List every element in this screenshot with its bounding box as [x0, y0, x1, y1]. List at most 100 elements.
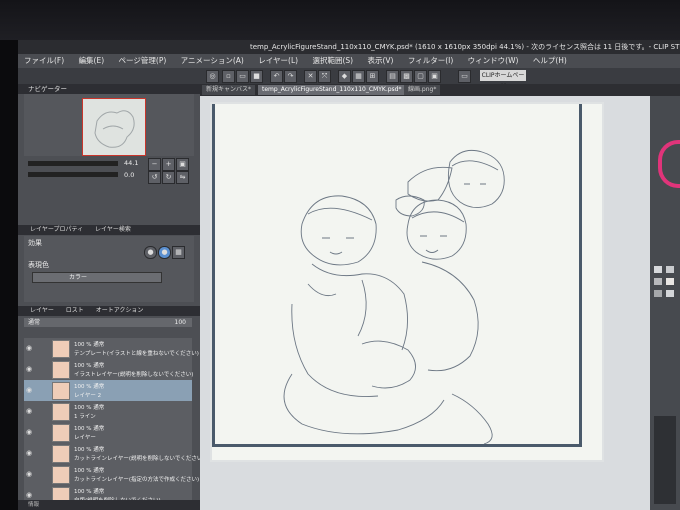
expression-color-select[interactable]: カラー [32, 272, 162, 283]
menu-window[interactable]: ウィンドウ(W) [462, 54, 525, 68]
snap-icon[interactable]: ⊞ [366, 70, 379, 83]
tab-lineart[interactable]: 線画.png* [404, 85, 441, 95]
menu-view[interactable]: 表示(V) [361, 54, 399, 68]
color-wheel[interactable] [658, 140, 680, 188]
layer-row[interactable]: ◉ 100 % 通常 カットラインレイヤー(説明を削除しないでください) [24, 443, 204, 465]
eye-icon[interactable]: ◉ [26, 344, 34, 352]
clear-icon[interactable]: ✕ [304, 70, 317, 83]
fill-icon[interactable]: ◆ [338, 70, 351, 83]
grid-icon[interactable]: ▩ [400, 70, 413, 83]
menu-page[interactable]: ページ管理(P) [113, 54, 173, 68]
rotation-slider[interactable] [28, 172, 118, 177]
effect-border-icon[interactable]: ● [144, 246, 157, 259]
layer-opacity: 100 % 通常 [74, 363, 105, 369]
layer-opacity: 100 % 通常 [74, 384, 105, 390]
navigator-thumbnail[interactable] [82, 98, 146, 156]
layer-thumbnail [52, 445, 70, 463]
tab-new-canvas[interactable]: 新規キャンバス* [202, 85, 256, 95]
layer-row[interactable]: ◉ 100 % 通常 テンプレート(イラストと線を重ねないでください) [24, 338, 199, 360]
layer-opacity: 100 % 通常 [74, 342, 105, 348]
eye-icon[interactable]: ◉ [26, 428, 34, 436]
eye-icon[interactable]: ◉ [26, 407, 34, 415]
color-swatch[interactable] [666, 266, 674, 273]
color-swatch[interactable] [654, 266, 662, 273]
layer-color-icon[interactable]: ▣ [428, 70, 441, 83]
menu-layer[interactable]: レイヤー(L) [252, 54, 304, 68]
navigator-title: ナビゲーター [28, 85, 67, 93]
new-file-icon[interactable]: ▫ [222, 70, 235, 83]
effect-texture-icon[interactable]: ▦ [172, 246, 185, 259]
status-text: 情報 [28, 502, 40, 508]
open-file-icon[interactable]: ▭ [236, 70, 249, 83]
layer-name: イラストレイヤー(説明を削除しないでください) [74, 372, 194, 378]
layer-opacity: 100 % 通常 [74, 468, 105, 474]
undo-icon[interactable]: ↶ [270, 70, 283, 83]
blend-mode-select[interactable]: 通常 100 [24, 318, 192, 327]
tab-layers[interactable]: レイヤー [30, 307, 54, 314]
canvas-area[interactable] [200, 96, 650, 510]
canvas-frame-guide [212, 104, 582, 447]
tab-layer-search[interactable]: レイヤー検索 [95, 226, 131, 233]
menu-edit[interactable]: 編集(E) [73, 54, 111, 68]
property-tabs: レイヤープロパティ レイヤー検索 [18, 225, 200, 235]
clip-logo-icon[interactable]: ◎ [206, 70, 219, 83]
layer-thumbnail [52, 424, 70, 442]
tab-lost[interactable]: ロスト [66, 307, 84, 314]
layer-opacity: 100 % 通常 [74, 426, 105, 432]
menu-animation[interactable]: アニメーション(A) [175, 54, 250, 68]
canvas-tabs: 新規キャンバス* temp_AcrylicFigureStand_110x110… [200, 84, 680, 96]
effect-tone-icon[interactable]: ● [158, 246, 171, 259]
rotate-left-icon[interactable]: ↺ [148, 171, 161, 184]
navigator-controls: 44.1 0.0 − + ▣ ↺ ↻ ⇋ [24, 158, 194, 190]
layer-name: カットラインレイヤー(説明を削除しないでください) [74, 456, 205, 462]
color-swatch[interactable] [666, 278, 674, 285]
zoom-slider[interactable] [28, 161, 118, 166]
ruler-icon[interactable]: ▤ [386, 70, 399, 83]
menu-help[interactable]: ヘルプ(H) [527, 54, 573, 68]
left-panel: ナビゲーター 44.1 0.0 − + ▣ ↺ ↻ ⇋ レイヤープロパティ レイ… [18, 84, 204, 510]
layer-row[interactable]: ◉ 100 % 通常 レイヤー [24, 422, 192, 444]
layer-thumbnail [52, 403, 70, 421]
eye-icon[interactable]: ◉ [26, 491, 34, 499]
menu-selection[interactable]: 選択範囲(S) [306, 54, 359, 68]
zoom-out-icon[interactable]: − [148, 158, 161, 171]
monitor-bezel [0, 0, 680, 40]
eye-icon[interactable]: ◉ [26, 470, 34, 478]
selection-icon[interactable]: ▦ [352, 70, 365, 83]
color-swatch[interactable] [654, 278, 662, 285]
layer-row-selected[interactable]: ◉ 100 % 通常 レイヤー 2 [24, 380, 192, 402]
eye-icon[interactable]: ◉ [26, 365, 34, 373]
status-bar: 情報 [18, 500, 200, 510]
color-swatch[interactable] [654, 290, 662, 297]
redo-icon[interactable]: ↷ [284, 70, 297, 83]
layer-name: カットラインレイヤー(指定の方法で作成ください) [74, 477, 200, 483]
tab-layer-property[interactable]: レイヤープロパティ [30, 226, 83, 233]
menu-filter[interactable]: フィルター(I) [402, 54, 459, 68]
zoom-in-icon[interactable]: + [162, 158, 175, 171]
menu-file[interactable]: ファイル(F) [18, 54, 70, 68]
flip-icon[interactable]: ⇋ [176, 171, 189, 184]
monitor-icon[interactable]: ▭ [458, 70, 471, 83]
clip-homepage-button[interactable]: CLIPホームページ [480, 70, 526, 90]
layer-row[interactable]: ◉ 100 % 通常 1 ライン [24, 401, 192, 423]
layer-opacity: 100 % 通常 [74, 447, 105, 453]
transform-icon[interactable]: ⤧ [318, 70, 331, 83]
save-icon[interactable]: ■ [250, 70, 263, 83]
effect-label: 効果 [28, 239, 42, 247]
window-title: temp_AcrylicFigureStand_110x110_CMYK.psd… [250, 43, 680, 51]
lock-icon[interactable]: ▢ [414, 70, 427, 83]
eye-icon[interactable]: ◉ [26, 386, 34, 394]
eye-icon[interactable]: ◉ [26, 449, 34, 457]
color-swatch[interactable] [666, 290, 674, 297]
layer-opacity: 100 % 通常 [74, 489, 105, 495]
fit-icon[interactable]: ▣ [176, 158, 189, 171]
tab-auto-action[interactable]: オートアクション [96, 307, 144, 314]
layer-row[interactable]: ◉ 100 % 通常 カットラインレイヤー(指定の方法で作成ください) [24, 464, 199, 486]
layer-row[interactable]: ◉ 100 % 通常 イラストレイヤー(説明を削除しないでください) [24, 359, 194, 381]
tab-acrylic-stand[interactable]: temp_AcrylicFigureStand_110x110_CMYK.psd… [258, 85, 406, 95]
rotate-right-icon[interactable]: ↻ [162, 171, 175, 184]
layer-thumbnail [52, 340, 70, 358]
menu-bar: ファイル(F) 編集(E) ページ管理(P) アニメーション(A) レイヤー(L… [18, 54, 680, 68]
layer-property-panel: 効果 ● ● ▦ 表現色 カラー [24, 236, 194, 302]
rotation-value: 0.0 [124, 171, 135, 179]
